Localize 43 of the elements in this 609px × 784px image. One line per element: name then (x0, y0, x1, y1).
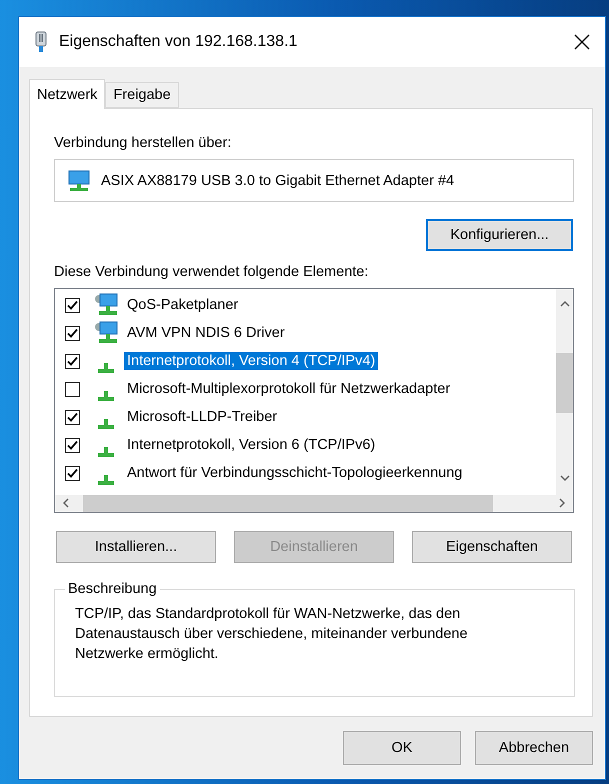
scroll-down-icon[interactable] (560, 473, 570, 483)
list-item[interactable]: Microsoft-LLDP-Treiber (124, 408, 280, 426)
list-item[interactable]: Internetprotokoll, Version 6 (TCP/IPv6) (124, 436, 378, 454)
description-text: TCP/IP, das Standardprotokoll für WAN-Netzwerke, das den Datenaustausch über verschiedene, miteinander verbundene Netzwerke ermöglicht. (75, 605, 469, 664)
network-adapter-icon (67, 170, 91, 192)
list-item[interactable]: Antwort für Verbindungsschicht-Topologieerkennung (124, 464, 466, 482)
checkbox[interactable] (65, 298, 80, 312)
network-protocol-icon (98, 363, 114, 373)
network-protocol-icon (98, 391, 114, 401)
configure-button[interactable]: Konfigurieren... (426, 219, 573, 251)
vertical-scrollbar[interactable] (556, 289, 573, 495)
network-protocol-icon (98, 419, 114, 429)
network-protocol-icon (98, 475, 114, 485)
elements-label: Diese Verbindung verwendet folgende Elemente: (54, 264, 370, 280)
network-protocol-icon (98, 447, 114, 457)
tab[interactable]: Freigabe (105, 82, 179, 108)
close-icon (574, 34, 590, 50)
group-legend: Beschreibung (65, 581, 160, 597)
connect-label: Verbindung herstellen über: (54, 135, 232, 151)
action-button[interactable]: Eigenschaften (412, 531, 572, 563)
action-button[interactable]: Installieren... (56, 531, 216, 563)
dialog-button[interactable]: Abbrechen (475, 731, 593, 765)
checkbox[interactable] (65, 382, 80, 396)
checkbox[interactable] (65, 326, 80, 340)
network-service-icon (94, 321, 118, 345)
window-title: Eigenschaften von 192.168.138.1 (59, 33, 298, 51)
checkbox[interactable] (65, 466, 80, 480)
checkbox[interactable] (65, 410, 80, 424)
scroll-left-icon[interactable] (61, 498, 71, 508)
list-item[interactable]: Internetprotokoll, Version 4 (TCP/IPv4) (124, 352, 378, 370)
network-service-icon (94, 293, 118, 317)
checkbox[interactable] (65, 354, 80, 368)
list-item[interactable]: AVM VPN NDIS 6 Driver (124, 324, 288, 342)
tab[interactable]: Netzwerk (29, 79, 106, 109)
list-item[interactable]: Microsoft-Multiplexorprotokoll für Netzwerkadapter (124, 380, 454, 398)
horizontal-scrollbar[interactable] (55, 495, 573, 512)
scroll-up-icon[interactable] (560, 299, 570, 309)
network-plug-icon (35, 31, 47, 53)
scroll-right-icon[interactable] (557, 498, 567, 508)
list-item[interactable]: QoS-Paketplaner (124, 296, 242, 314)
dialog-button[interactable]: OK (343, 731, 461, 765)
checkbox[interactable] (65, 438, 80, 452)
adapter-field: ASIX AX88179 USB 3.0 to Gigabit Ethernet Adapter #4 (54, 159, 574, 202)
